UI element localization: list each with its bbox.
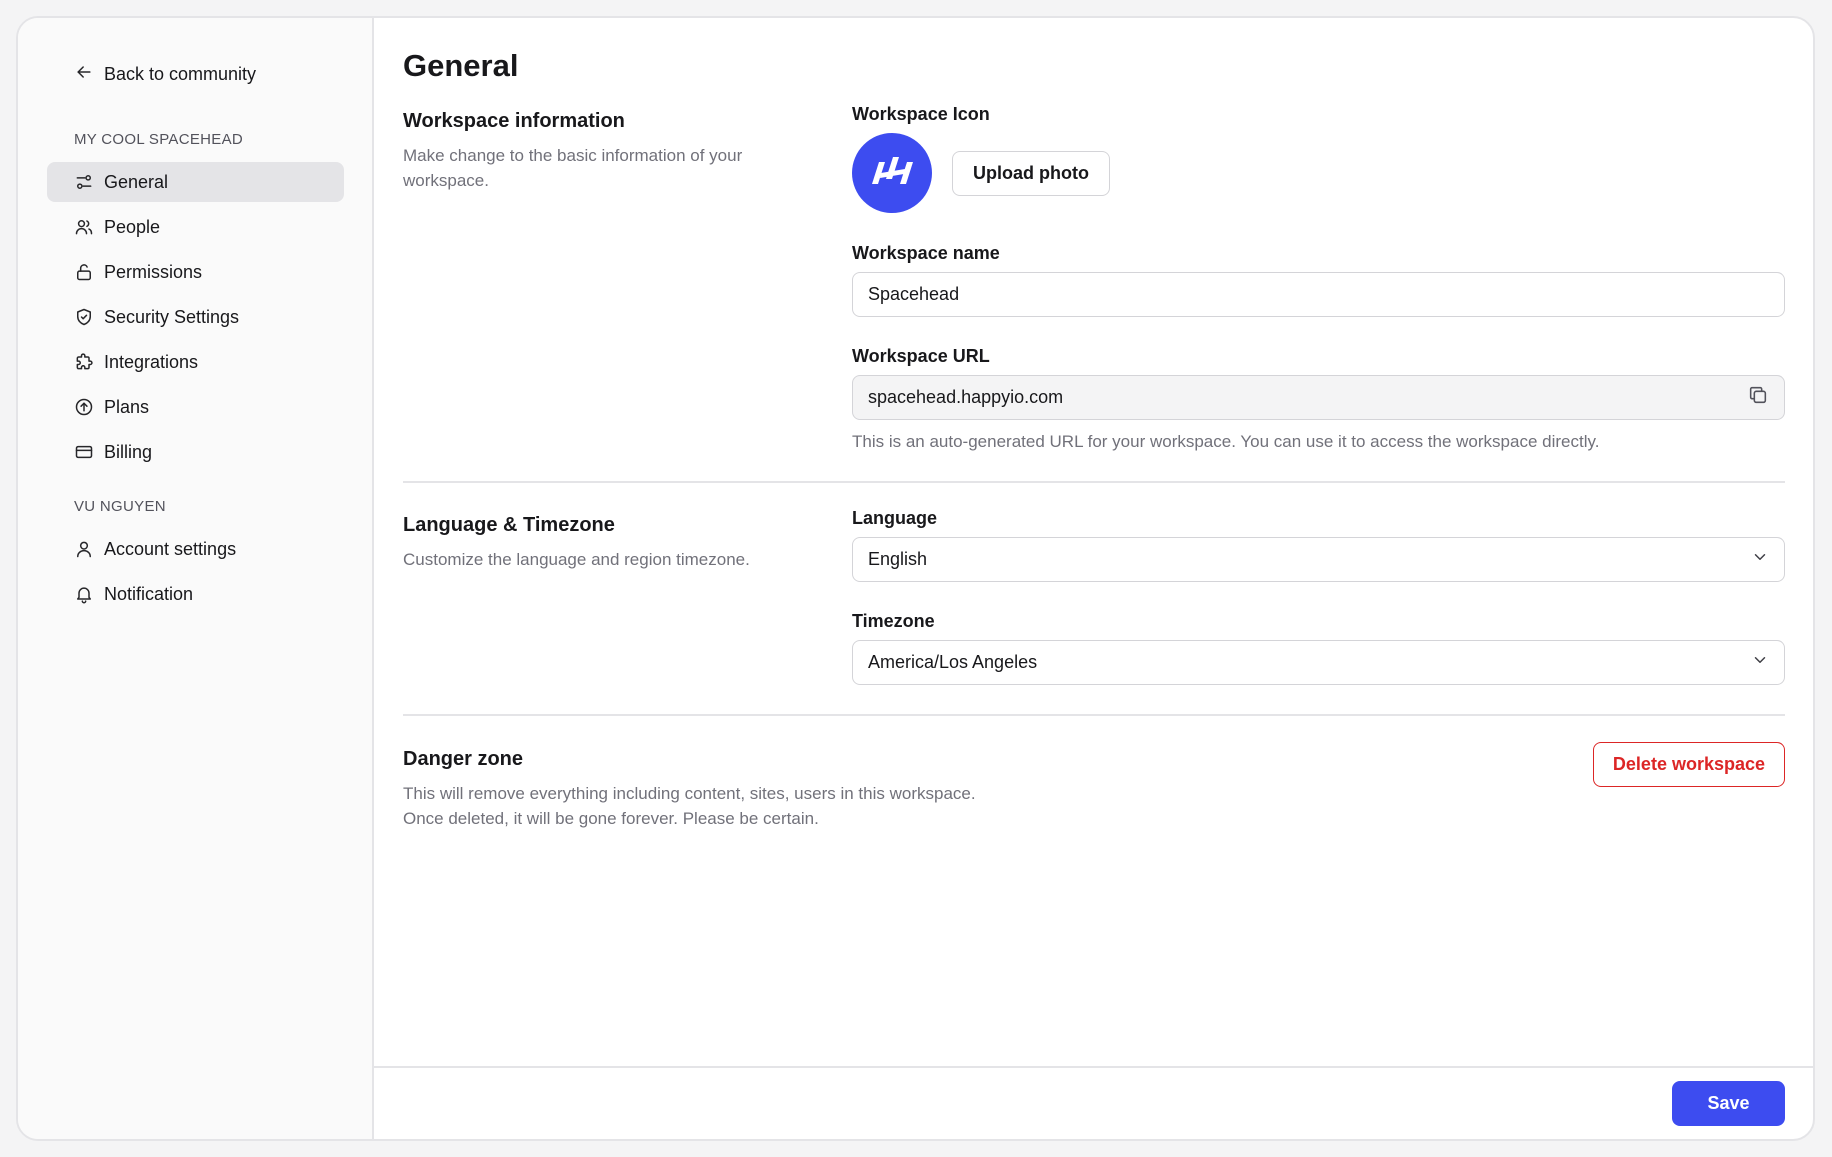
sidebar-item-label: Integrations <box>104 351 199 372</box>
danger-zone-section: Danger zone This will remove everything … <box>403 716 1785 831</box>
sidebar-item-label: Plans <box>104 396 150 417</box>
section-description: Customize the language and region timezo… <box>403 550 750 569</box>
danger-description-line-1: This will remove everything including co… <box>403 784 976 803</box>
back-to-community-link[interactable]: Back to community <box>47 46 344 102</box>
sidebar-item-label: People <box>104 216 161 237</box>
back-link-label: Back to community <box>104 63 257 84</box>
language-select[interactable]: English <box>852 537 1785 582</box>
timezone-label: Timezone <box>852 611 935 631</box>
sidebar: Back to community MY COOL SPACEHEAD Gene… <box>18 18 374 1139</box>
section-description: Make change to the basic information of … <box>403 146 743 190</box>
chevron-down-icon <box>1751 651 1769 674</box>
sidebar-item-notification[interactable]: Notification <box>47 574 344 614</box>
section-title: Workspace information <box>403 110 625 132</box>
puzzle-icon <box>74 352 94 372</box>
workspace-url-field: spacehead.happyio.com <box>852 375 1785 420</box>
sidebar-item-plans[interactable]: Plans <box>47 387 344 427</box>
main-panel: General Workspace information Make chang… <box>374 18 1813 1139</box>
sidebar-item-permissions[interactable]: Permissions <box>47 252 344 292</box>
delete-workspace-button[interactable]: Delete workspace <box>1592 742 1785 787</box>
workspace-icon-label: Workspace Icon <box>852 104 990 124</box>
lock-icon <box>74 262 94 282</box>
sidebar-item-people[interactable]: People <box>47 207 344 247</box>
arrow-up-circle-icon <box>74 397 94 417</box>
shield-icon <box>74 307 94 327</box>
workspace-information-section: Workspace information Make change to the… <box>403 104 1785 483</box>
language-timezone-section: Language & Timezone Customize the langua… <box>403 483 1785 716</box>
language-value: English <box>868 549 928 569</box>
workspace-url-value: spacehead.happyio.com <box>868 387 1064 407</box>
sidebar-item-label: Billing <box>104 441 153 462</box>
danger-description-line-2: Once deleted, it will be gone forever. P… <box>403 809 819 828</box>
workspace-name-label: Workspace name <box>852 243 1000 263</box>
sliders-icon <box>74 172 94 192</box>
sidebar-item-billing[interactable]: Billing <box>47 432 344 472</box>
upload-photo-button[interactable]: Upload photo <box>952 150 1110 196</box>
bell-icon <box>74 584 94 604</box>
sidebar-item-label: General <box>104 171 169 192</box>
sidebar-item-label: Permissions <box>104 261 203 282</box>
workspace-name-value: Spacehead <box>868 284 960 304</box>
language-label: Language <box>852 508 938 528</box>
sidebar-item-integrations[interactable]: Integrations <box>47 342 344 382</box>
credit-card-icon <box>74 442 94 462</box>
sidebar-item-security-settings[interactable]: Security Settings <box>47 297 344 337</box>
workspace-name-input[interactable]: Spacehead <box>852 272 1785 317</box>
section-title: Danger zone <box>403 748 524 770</box>
users-icon <box>74 217 94 237</box>
sidebar-item-general[interactable]: General <box>47 162 344 202</box>
workspace-url-hint: This is an auto-generated URL for your w… <box>852 432 1600 451</box>
workspace-url-label: Workspace URL <box>852 346 990 366</box>
sidebar-item-label: Security Settings <box>104 306 240 327</box>
copy-icon[interactable] <box>1747 384 1769 411</box>
save-button[interactable]: Save <box>1672 1081 1785 1126</box>
sidebar-item-label: Account settings <box>104 538 237 559</box>
workspace-section-label: MY COOL SPACEHEAD <box>74 131 244 148</box>
user-section-label: VU NGUYEN <box>74 498 166 515</box>
page-title: General <box>403 48 519 83</box>
settings-window: Back to community MY COOL SPACEHEAD Gene… <box>16 16 1815 1141</box>
footer-bar: Save <box>374 1066 1813 1139</box>
workspace-logo-icon <box>852 133 932 213</box>
sidebar-item-account-settings[interactable]: Account settings <box>47 529 344 569</box>
timezone-value: America/Los Angeles <box>868 652 1038 672</box>
user-icon <box>74 539 94 559</box>
sidebar-item-label: Notification <box>104 583 194 604</box>
arrow-left-icon <box>74 62 94 87</box>
chevron-down-icon <box>1751 548 1769 571</box>
section-title: Language & Timezone <box>403 514 615 536</box>
timezone-select[interactable]: America/Los Angeles <box>852 640 1785 685</box>
